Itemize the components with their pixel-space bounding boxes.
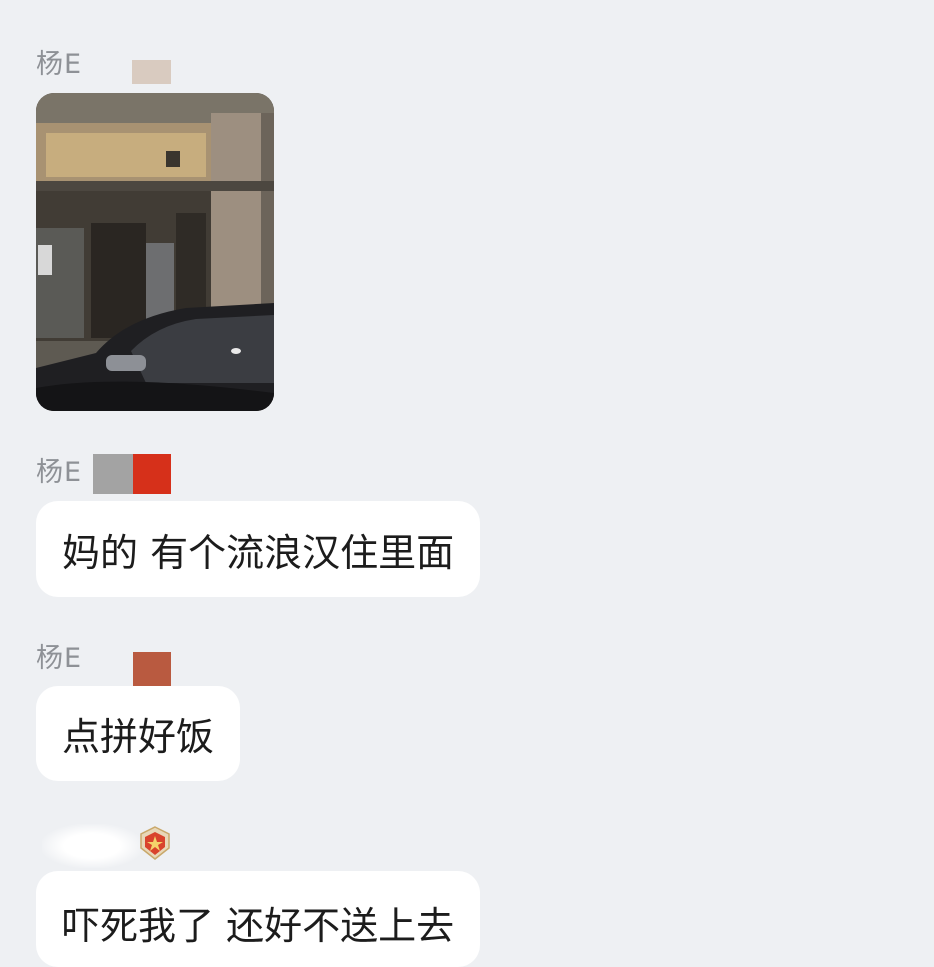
redaction-smudge — [42, 824, 142, 868]
message-bubble[interactable]: 吓死我了 还好不送上去 — [36, 871, 481, 967]
message-bubble[interactable]: 点拼好饭 — [36, 686, 241, 781]
photo-building — [36, 93, 274, 411]
message-bubble[interactable]: 妈的 有个流浪汉住里面 — [36, 501, 481, 597]
redaction-block — [93, 454, 133, 494]
message-image[interactable] — [36, 93, 274, 411]
sender-name: 杨E — [36, 457, 83, 488]
sender-name: 杨E — [36, 49, 83, 80]
redaction-block — [133, 652, 171, 690]
sender-name: 杨E — [36, 643, 83, 674]
redaction-block — [132, 60, 171, 84]
redaction-block — [133, 454, 171, 494]
badge-icon — [139, 826, 171, 860]
